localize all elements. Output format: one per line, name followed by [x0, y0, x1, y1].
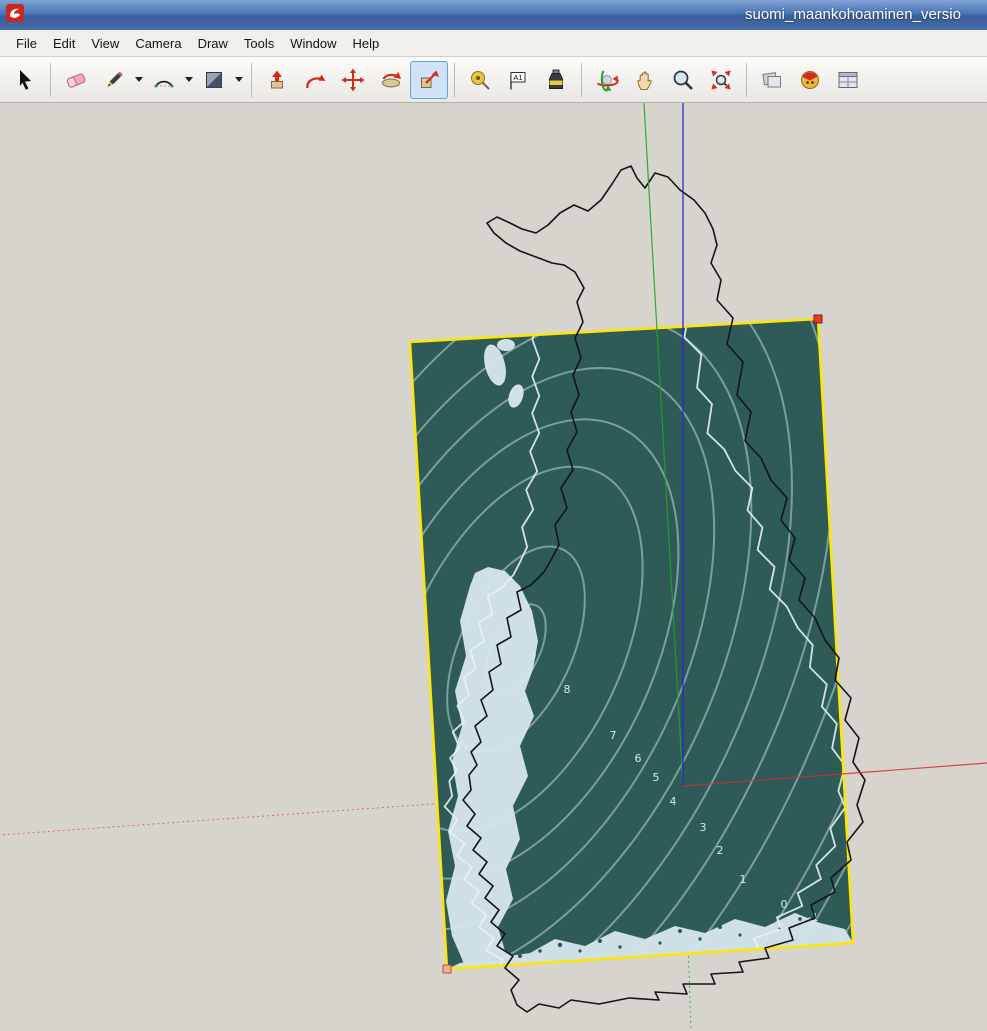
model-view[interactable]: 9 8 7 6 5 4 3 2 1 0 -1 -2 — [0, 103, 987, 1031]
model-info-tool-button[interactable] — [829, 61, 867, 99]
line-tool-dropdown[interactable] — [133, 61, 145, 99]
dimension-label: A1 — [513, 73, 522, 82]
arc-tool-button[interactable] — [145, 61, 183, 99]
scale-tool-button[interactable] — [410, 61, 448, 99]
stacked-views-icon — [760, 68, 784, 92]
menu-window[interactable]: Window — [282, 32, 344, 55]
select-arrow-icon — [13, 68, 37, 92]
tool-bar: A1 — [0, 57, 987, 103]
push-pull-icon — [265, 68, 289, 92]
contour-label: 8 — [564, 683, 571, 696]
chevron-down-icon — [135, 77, 143, 82]
menu-draw[interactable]: Draw — [190, 32, 236, 55]
arc-tool-dropdown[interactable] — [183, 61, 195, 99]
contour-label: 6 — [635, 752, 642, 765]
push-pull-tool-button[interactable] — [258, 61, 296, 99]
menu-help[interactable]: Help — [345, 32, 388, 55]
get-models-tool-button[interactable] — [791, 61, 829, 99]
toolbar-separator — [454, 63, 455, 97]
move-tool-button[interactable] — [334, 61, 372, 99]
chevron-down-icon — [185, 77, 193, 82]
toolbar-separator — [50, 63, 51, 97]
grip-top-right[interactable] — [814, 315, 822, 323]
toolbar-separator — [581, 63, 582, 97]
tape-measure-icon — [468, 68, 492, 92]
pan-tool-button[interactable] — [626, 61, 664, 99]
orbit-tool-button[interactable] — [588, 61, 626, 99]
contour-label: 9 — [530, 649, 537, 662]
window-title: suomi_maankohoaminen_versio — [745, 6, 961, 23]
pan-hand-icon — [633, 68, 657, 92]
sketchup-window: suomi_maankohoaminen_versio File Edit Vi… — [0, 0, 987, 1031]
paint-bucket-tool-button[interactable] — [537, 61, 575, 99]
move-icon — [341, 68, 365, 92]
contour-label: -2 — [833, 930, 844, 943]
line-tool-button[interactable] — [95, 61, 133, 99]
contour-label: 7 — [610, 729, 617, 742]
contour-label: 3 — [700, 821, 707, 834]
contour-label: 0 — [781, 898, 788, 911]
dimension-flag-icon: A1 — [506, 68, 530, 92]
arc-icon — [152, 68, 176, 92]
eraser-tool-button[interactable] — [57, 61, 95, 99]
menu-bar: File Edit View Camera Draw Tools Window … — [0, 30, 987, 57]
menu-edit[interactable]: Edit — [45, 32, 83, 55]
zoom-extents-tool-button[interactable] — [702, 61, 740, 99]
contour-label: 2 — [717, 844, 724, 857]
modeling-canvas[interactable]: 9 8 7 6 5 4 3 2 1 0 -1 -2 — [0, 103, 987, 1031]
menu-view[interactable]: View — [83, 32, 127, 55]
shapes-tool-button[interactable] — [195, 61, 233, 99]
orbit-icon — [595, 68, 619, 92]
paint-bucket-icon — [544, 68, 568, 92]
scale-icon — [417, 68, 441, 92]
grip-bottom-left[interactable] — [443, 965, 451, 973]
toolbar-separator — [251, 63, 252, 97]
eraser-icon — [64, 68, 88, 92]
views-tool-button[interactable] — [753, 61, 791, 99]
shapes-tool-dropdown[interactable] — [233, 61, 245, 99]
follow-me-tool-button[interactable] — [296, 61, 334, 99]
contour-label: 5 — [653, 771, 660, 784]
menu-camera[interactable]: Camera — [127, 32, 189, 55]
select-tool-button[interactable] — [6, 61, 44, 99]
sketchup-logo-icon — [6, 4, 24, 27]
zoom-extents-icon — [709, 68, 733, 92]
warehouse-globe-icon — [798, 68, 822, 92]
panel-window-icon — [836, 68, 860, 92]
follow-me-icon — [303, 68, 327, 92]
rotate-tool-button[interactable] — [372, 61, 410, 99]
contour-label: 1 — [740, 873, 747, 886]
rectangle-shape-icon — [202, 68, 226, 92]
pencil-icon — [102, 68, 126, 92]
rotate-icon — [379, 68, 403, 92]
chevron-down-icon — [235, 77, 243, 82]
title-bar: suomi_maankohoaminen_versio — [0, 0, 987, 30]
toolbar-separator — [746, 63, 747, 97]
contour-label: 4 — [670, 795, 677, 808]
menu-tools[interactable]: Tools — [236, 32, 282, 55]
zoom-magnifier-icon — [671, 68, 695, 92]
zoom-tool-button[interactable] — [664, 61, 702, 99]
tape-measure-tool-button[interactable] — [461, 61, 499, 99]
dimension-tool-button[interactable]: A1 — [499, 61, 537, 99]
menu-file[interactable]: File — [8, 32, 45, 55]
